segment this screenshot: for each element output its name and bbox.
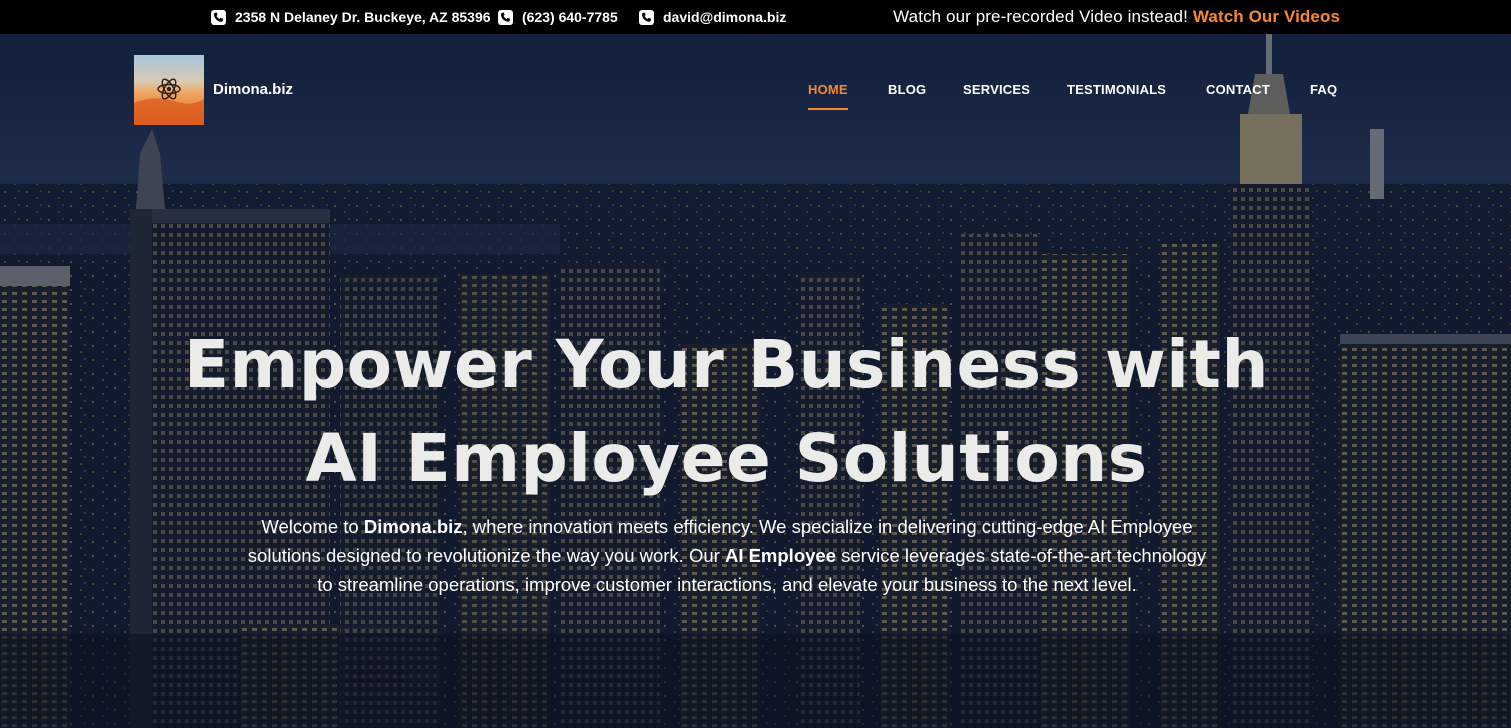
headline-line-1: Empower Your Business with (184, 326, 1269, 403)
watch-videos-link[interactable]: Watch Our Videos (1193, 7, 1340, 27)
intro-text-1: Welcome to (261, 516, 364, 537)
video-callout: Watch our pre-recorded Video instead! Wa… (893, 0, 1340, 34)
intro-brand: Dimona.biz (363, 516, 463, 537)
top-contact-bar: 2358 N Delaney Dr. Buckeye, AZ 85396 (62… (0, 0, 1511, 34)
brand-name[interactable]: Dimona.biz (213, 81, 293, 98)
nav-testimonials[interactable]: TESTIMONIALS (1067, 82, 1166, 97)
site-logo[interactable] (134, 55, 204, 125)
hero-intro: Welcome to Dimona.biz, where innovation … (246, 512, 1208, 599)
hero-headline: Empower Your Business with AI Employee S… (0, 318, 1453, 506)
nav-home[interactable]: HOME (808, 82, 848, 110)
phone-link[interactable]: (623) 640-7785 (522, 9, 618, 25)
phone-icon (498, 9, 513, 25)
headline-line-2: AI Employee Solutions (305, 420, 1148, 497)
phone-item[interactable]: (623) 640-7785 (498, 0, 618, 34)
intro-service: AI Employee (724, 545, 836, 566)
nav-contact[interactable]: CONTACT (1206, 82, 1270, 97)
address-text: 2358 N Delaney Dr. Buckeye, AZ 85396 (235, 9, 491, 25)
email-item[interactable]: david@dimona.biz (639, 0, 786, 34)
phone-icon (211, 9, 226, 25)
address-item: 2358 N Delaney Dr. Buckeye, AZ 85396 (211, 0, 491, 34)
video-prompt: Watch our pre-recorded Video instead! (893, 7, 1188, 26)
nav-blog[interactable]: BLOG (888, 82, 926, 97)
nav-faq[interactable]: FAQ (1310, 82, 1337, 97)
email-link[interactable]: david@dimona.biz (663, 9, 786, 25)
nav-services[interactable]: SERVICES (963, 82, 1030, 97)
phone-icon (639, 9, 654, 25)
atom-icon (134, 78, 204, 125)
